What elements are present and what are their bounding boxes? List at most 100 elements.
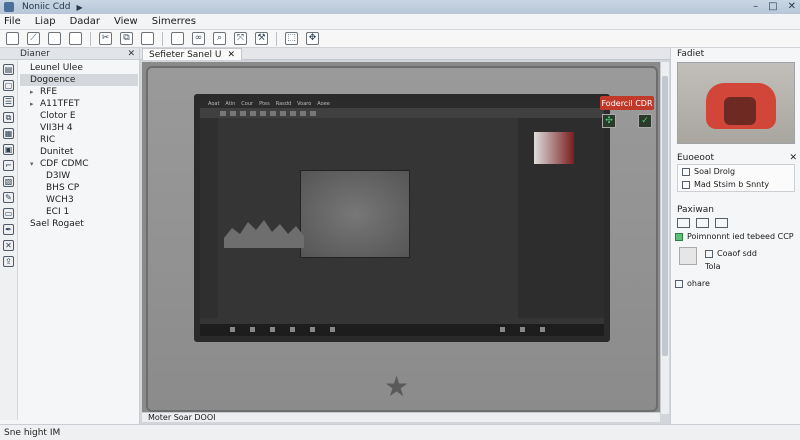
window-title: Noniic Cdd <box>22 2 71 12</box>
tree-item[interactable]: Dogoence <box>20 74 138 86</box>
tree-item-label: WCH3 <box>46 195 74 205</box>
property-row[interactable]: Soal Drolg <box>678 165 794 178</box>
page-icon[interactable]: ▢ <box>3 80 14 91</box>
menu-view[interactable]: View <box>114 16 138 27</box>
tree-item[interactable]: Leunel Ulee <box>20 62 138 74</box>
property-row[interactable]: Mad Stsim b Snnty <box>678 178 794 191</box>
tool-icon[interactable]: ⚒ <box>255 32 268 45</box>
close-icon[interactable]: ✕ <box>3 240 14 251</box>
overlay-check-icon[interactable]: ✓ <box>638 114 652 128</box>
tree-expander-icon[interactable]: ▸ <box>30 100 40 108</box>
tree-item[interactable]: Sael Rogaet <box>20 218 138 230</box>
position-section: Paxiwan Poimnonnt ied tebeed CCP Coaof s… <box>671 204 800 290</box>
frame-icon[interactable] <box>171 32 184 45</box>
stack-icon[interactable]: ▦ <box>3 128 14 139</box>
vertical-scrollbar[interactable] <box>660 62 669 414</box>
window-controls: – □ ✕ <box>753 1 796 12</box>
transform-icon[interactable]: ⤧ <box>234 32 247 45</box>
maximize-button[interactable]: □ <box>768 1 777 12</box>
option-label: Tola <box>705 262 721 271</box>
toolbar-separator <box>90 31 91 46</box>
align-center-icon[interactable] <box>696 218 709 228</box>
tree-item[interactable]: WCH3 <box>20 194 138 206</box>
scrollbar-thumb[interactable] <box>662 76 668 356</box>
pen-icon[interactable]: ✒ <box>3 224 14 235</box>
align-left-icon[interactable] <box>677 218 690 228</box>
right-panel: Fadiet Euoeoot ✕ Soal Drolg Mad Stsim b … <box>670 48 800 424</box>
save-icon[interactable] <box>69 32 82 45</box>
checkbox-icon[interactable] <box>705 249 713 258</box>
brush-icon[interactable]: ✎ <box>3 192 14 203</box>
position-option-label: Poimnonnt ied tebeed CCP <box>687 232 794 241</box>
edit-icon[interactable]: ⟋ <box>27 32 40 45</box>
new-file-icon[interactable] <box>6 32 19 45</box>
link-icon[interactable]: ∞ <box>192 32 205 45</box>
tree-item[interactable]: ▸ A11TFET <box>20 98 138 110</box>
menu-simerres[interactable]: Simerres <box>152 16 196 27</box>
tree-item[interactable]: BHS CP <box>20 182 138 194</box>
image-icon[interactable]: ▧ <box>3 176 14 187</box>
left-panel-close-icon[interactable]: ✕ <box>127 49 135 59</box>
play-icon[interactable]: ▶ <box>76 3 82 12</box>
align-grid-icon[interactable] <box>715 218 728 228</box>
tree-item-label: RIC <box>40 135 56 145</box>
option-row[interactable]: Tola <box>701 260 757 273</box>
move-icon[interactable]: ✥ <box>306 32 319 45</box>
position-option-row[interactable]: Poimnonnt ied tebeed CCP <box>671 230 800 243</box>
folder-icon[interactable]: ▣ <box>3 144 14 155</box>
share-icon[interactable]: ⇪ <box>3 256 14 267</box>
overlay-badge[interactable]: Fodercil CDR <box>600 96 654 110</box>
cut-icon[interactable]: ✂ <box>99 32 112 45</box>
option-row[interactable]: Coaof sdd <box>701 247 757 260</box>
menu-file[interactable]: File <box>4 16 21 27</box>
tree-item[interactable]: RIC <box>20 134 138 146</box>
open-icon[interactable] <box>48 32 61 45</box>
screen-color-swatch <box>534 132 574 164</box>
overlay-move-icon[interactable]: ✣ <box>602 114 616 128</box>
tree-expander-icon[interactable]: ▸ <box>30 88 40 96</box>
screen-image-window <box>300 170 410 258</box>
tree-item[interactable]: VII3H 4 <box>20 122 138 134</box>
tree-item[interactable]: Dunitet <box>20 146 138 158</box>
screen-taskbar <box>200 324 604 336</box>
screen-menu-item: Atin <box>225 101 236 107</box>
doc-icon <box>682 167 690 176</box>
properties-close-icon[interactable]: ✕ <box>789 153 797 163</box>
menu-liap[interactable]: Liap <box>35 16 56 27</box>
copy-icon[interactable]: ⧉ <box>3 112 14 123</box>
layer-icon[interactable]: ▤ <box>3 64 14 75</box>
hook-icon[interactable]: ⌐ <box>3 160 14 171</box>
tree-item[interactable]: D3IW <box>20 170 138 182</box>
tree-item-label: RFE <box>40 87 58 97</box>
color-swatch[interactable] <box>679 247 697 265</box>
zoom-icon[interactable]: ⌕ <box>213 32 226 45</box>
minimize-button[interactable]: – <box>753 1 758 12</box>
position-header: Paxiwan <box>671 204 800 216</box>
canvas-status-text: Moter Soar DOOI <box>148 413 216 422</box>
screen-menu-item: Ptes <box>259 101 270 107</box>
select-icon[interactable]: ⬚ <box>285 32 298 45</box>
tree-item-label: Clotor E <box>40 111 76 121</box>
eraser-icon[interactable]: ▭ <box>3 208 14 219</box>
menu-dadar[interactable]: Dadar <box>70 16 100 27</box>
check-icon[interactable] <box>675 232 683 241</box>
close-window-button[interactable]: ✕ <box>788 1 796 12</box>
tree-expander-icon[interactable]: ▾ <box>30 160 40 168</box>
tree-item[interactable]: ▾ CDF CDMC <box>20 158 138 170</box>
checkbox-icon[interactable] <box>675 279 683 288</box>
paste-icon[interactable] <box>141 32 154 45</box>
document-tab[interactable]: Sefieter Sanel U ✕ <box>142 48 243 60</box>
tree-item[interactable]: Clotor E <box>20 110 138 122</box>
tree-item[interactable]: ▸ RFE <box>20 86 138 98</box>
preview-thumbnail[interactable] <box>677 62 795 144</box>
document-tab-close-icon[interactable]: ✕ <box>228 50 236 60</box>
toolbar-separator <box>276 31 277 46</box>
option-row[interactable]: ohare <box>671 277 800 290</box>
canvas-viewport[interactable]: Aoat Atin Cour Ptes Rasdd Voaro Aoee ★ <box>142 62 660 414</box>
monitor-image: Aoat Atin Cour Ptes Rasdd Voaro Aoee ★ <box>146 66 658 412</box>
status-bar: Sne hight IM <box>0 424 800 440</box>
list-icon[interactable]: ☰ <box>3 96 14 107</box>
copy-icon[interactable]: ⧉ <box>120 32 133 45</box>
tree-item[interactable]: ECI 1 <box>20 206 138 218</box>
preview-header: Fadiet <box>671 48 800 60</box>
